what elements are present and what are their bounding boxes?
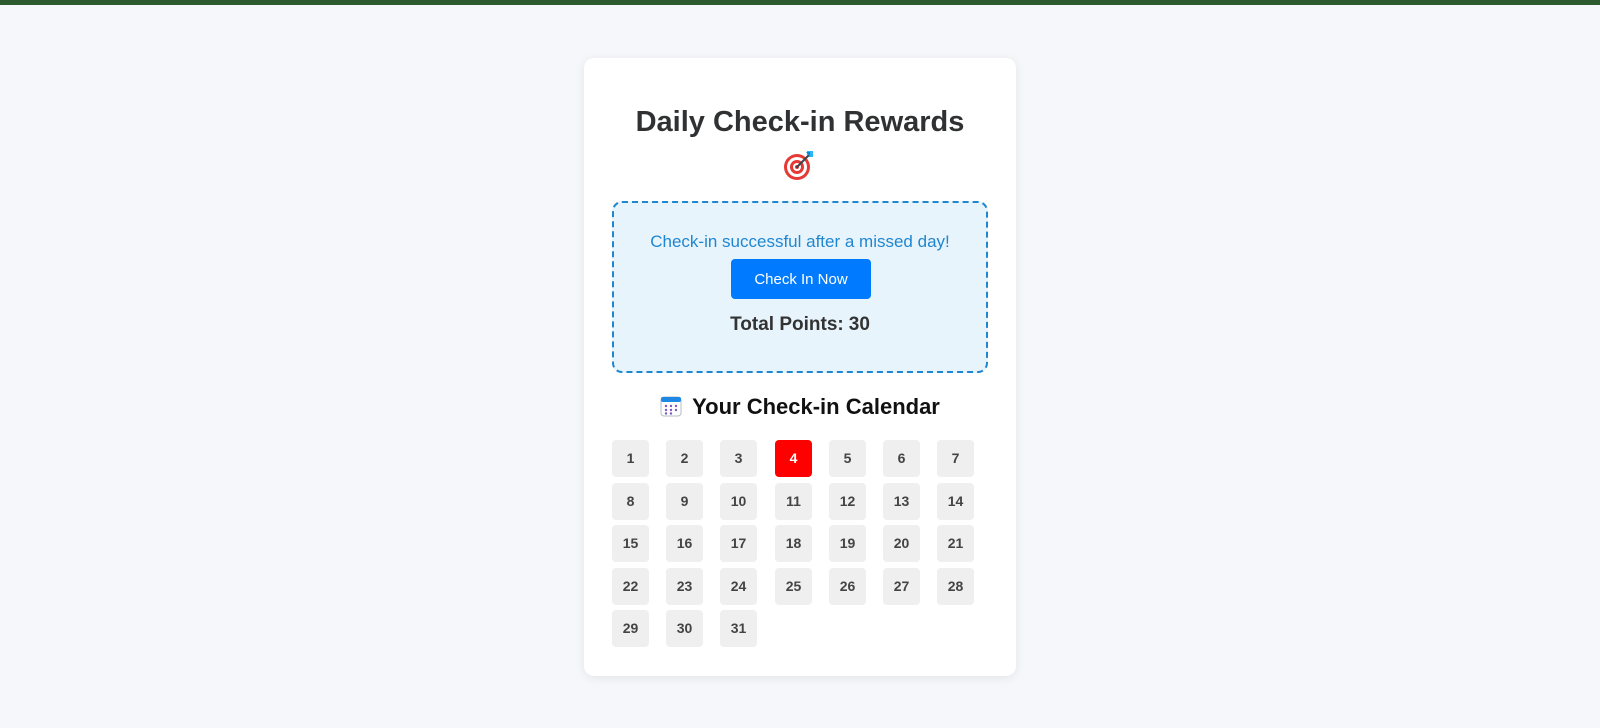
calendar-day-29[interactable]: 29 bbox=[612, 610, 649, 647]
calendar-day-17[interactable]: 17 bbox=[720, 525, 757, 562]
page-title: Daily Check-in Rewards bbox=[635, 106, 965, 138]
calendar-day-4[interactable]: 4 bbox=[775, 440, 812, 477]
calendar-day-7[interactable]: 7 bbox=[937, 440, 974, 477]
calendar-day-14[interactable]: 14 bbox=[937, 483, 974, 520]
checkin-status-panel: Check-in successful after a missed day! … bbox=[612, 201, 988, 373]
calendar-day-31[interactable]: 31 bbox=[720, 610, 757, 647]
calendar-day-10[interactable]: 10 bbox=[720, 483, 757, 520]
total-points-value: 30 bbox=[848, 314, 870, 335]
calendar-day-16[interactable]: 16 bbox=[666, 525, 703, 562]
calendar-day-18[interactable]: 18 bbox=[775, 525, 812, 562]
calendar-day-11[interactable]: 11 bbox=[775, 483, 812, 520]
calendar-day-1[interactable]: 1 bbox=[612, 440, 649, 477]
total-points-label: Total Points: bbox=[730, 314, 844, 335]
calendar-day-6[interactable]: 6 bbox=[883, 440, 920, 477]
target-icon bbox=[784, 151, 813, 180]
status-message: Check-in successful after a missed day! bbox=[650, 232, 950, 251]
check-in-button[interactable]: Check In Now bbox=[731, 259, 871, 299]
calendar-day-2[interactable]: 2 bbox=[666, 440, 703, 477]
calendar-day-24[interactable]: 24 bbox=[720, 568, 757, 605]
calendar-day-5[interactable]: 5 bbox=[829, 440, 866, 477]
calendar-day-26[interactable]: 26 bbox=[829, 568, 866, 605]
calendar-day-3[interactable]: 3 bbox=[720, 440, 757, 477]
calendar-heading: Your Check-in Calendar bbox=[584, 393, 1016, 421]
calendar-day-19[interactable]: 19 bbox=[829, 525, 866, 562]
calendar-day-20[interactable]: 20 bbox=[883, 525, 920, 562]
calendar-day-15[interactable]: 15 bbox=[612, 525, 649, 562]
calendar-day-22[interactable]: 22 bbox=[612, 568, 649, 605]
calendar-day-9[interactable]: 9 bbox=[666, 483, 703, 520]
calendar-day-28[interactable]: 28 bbox=[937, 568, 974, 605]
calendar-icon bbox=[660, 396, 682, 417]
calendar-day-8[interactable]: 8 bbox=[612, 483, 649, 520]
calendar-day-30[interactable]: 30 bbox=[666, 610, 703, 647]
calendar-day-13[interactable]: 13 bbox=[883, 483, 920, 520]
total-points: Total Points: 30 bbox=[614, 313, 986, 337]
calendar-day-21[interactable]: 21 bbox=[937, 525, 974, 562]
rewards-card: Daily Check-in Rewards Check-in successf… bbox=[584, 58, 1016, 676]
calendar-day-23[interactable]: 23 bbox=[666, 568, 703, 605]
calendar-title: Your Check-in Calendar bbox=[692, 394, 940, 419]
calendar-day-12[interactable]: 12 bbox=[829, 483, 866, 520]
calendar-day-27[interactable]: 27 bbox=[883, 568, 920, 605]
calendar-day-25[interactable]: 25 bbox=[775, 568, 812, 605]
top-bar bbox=[0, 0, 1600, 5]
